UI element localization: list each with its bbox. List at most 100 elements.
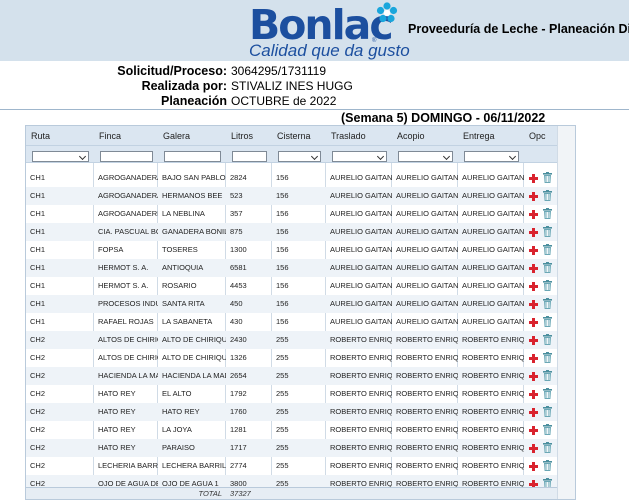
filter-galera-input[interactable] [164,151,221,162]
plus-icon[interactable] [529,282,538,291]
grid-scrollbar[interactable] [557,126,575,499]
cell-ruta: CH1 [30,173,46,182]
table-row[interactable]: CH2 ALTOS DE CHIRIQU ALTO DE CHIRIQUI 1326 2… [26,349,575,367]
plus-icon[interactable] [529,228,538,237]
trash-icon[interactable] [543,334,552,345]
trash-icon[interactable] [543,442,552,453]
plus-icon[interactable] [529,174,538,183]
cell-finca: CIA. PASCUAL BON [98,227,158,236]
table-row[interactable]: CH1 HERMOT S. A. ROSARIO 4453 156 AURELIO GAI… [26,277,575,295]
trash-icon[interactable] [543,370,552,381]
cell-cisterna: 156 [276,209,289,218]
plus-icon[interactable] [529,390,538,399]
cell-entrega: ROBERTO ENRIQUE [462,389,524,398]
cell-galera: HERMANOS BEE [162,191,223,200]
plus-icon[interactable] [529,444,538,453]
planeacion-row: Planeación OCTUBRE de 2022 [0,94,629,109]
plus-icon[interactable] [529,264,538,273]
table-row[interactable]: CH2 LECHERIA BARRILE LECHERA BARRILES 2774 2… [26,457,575,475]
cell-finca: HATO REY [98,407,136,416]
column-header-litros[interactable]: Litros [226,126,272,146]
cell-ruta: CH2 [30,425,46,434]
table-row[interactable]: CH1 HERMOT S. A. ANTIOQUIA 6581 156 AURELIO G… [26,259,575,277]
table-row[interactable]: CH1 AGROGANADERIA L LA NEBLINA 357 156 AURELI… [26,205,575,223]
cell-galera: LA JOYA [162,425,192,434]
trash-icon[interactable] [543,262,552,273]
filter-ruta-select[interactable] [32,151,89,162]
plus-icon[interactable] [529,336,538,345]
plus-icon[interactable] [529,426,538,435]
total-value: 37327 [230,489,251,498]
table-row[interactable]: CH2 HATO REY PARAISO 1717 255 ROBERTO ENRIQUE… [26,439,575,457]
column-header-opc[interactable]: Opc [524,126,558,146]
cell-cisterna: 156 [276,227,289,236]
cell-litros: 4453 [230,281,247,290]
trash-icon[interactable] [543,424,552,435]
table-row[interactable]: CH2 HACIENDA LA MAD HACIENDA LA MAD 2654 255… [26,367,575,385]
table-row[interactable]: CH2 HATO REY LA JOYA 1281 255 ROBERTO ENRIQUE… [26,421,575,439]
trash-icon[interactable] [543,460,552,471]
trash-icon[interactable] [543,388,552,399]
cell-entrega: AURELIO GAITAN [462,263,524,272]
column-header-finca[interactable]: Finca [94,126,158,146]
cell-entrega: AURELIO GAITAN [462,227,524,236]
total-label: TOTAL [198,489,222,498]
filter-acopio-select[interactable] [398,151,453,162]
table-row[interactable]: CH1 AGROGANADERA B BAJO SAN PABLO 2824 156 AU… [26,169,575,187]
cell-entrega: AURELIO GAITAN [462,317,524,326]
column-header-entrega[interactable]: Entrega [458,126,524,146]
cell-litros: 1326 [230,353,247,362]
table-row[interactable]: CH1 AGROGANADERA H HERMANOS BEE 523 156 AUREL… [26,187,575,205]
trash-icon[interactable] [543,190,552,201]
trash-icon[interactable] [543,316,552,327]
cell-finca: LECHERIA BARRILE [98,461,158,470]
cell-entrega: AURELIO GAITAN [462,191,524,200]
trash-icon[interactable] [543,406,552,417]
cell-acopio: ROBERTO ENRIQUE [396,407,458,416]
filter-traslado-select[interactable] [332,151,387,162]
filter-cisterna-select[interactable] [278,151,321,162]
filter-entrega-select[interactable] [464,151,519,162]
trash-icon[interactable] [543,280,552,291]
column-header-cisterna[interactable]: Cisterna [272,126,326,146]
filter-litros-input[interactable] [232,151,267,162]
plus-icon[interactable] [529,192,538,201]
cell-litros: 1300 [230,245,247,254]
table-row[interactable]: CH1 FOPSA TOSERES 1300 156 AURELIO GAITAN AURE… [26,241,575,259]
cell-entrega: AURELIO GAITAN [462,299,524,308]
column-header-traslado[interactable]: Traslado [326,126,392,146]
cell-acopio: AURELIO GAITAN [396,299,458,308]
trash-icon[interactable] [543,208,552,219]
filter-finca-input[interactable] [100,151,153,162]
cell-traslado: AURELIO GAITAN [330,173,392,182]
trash-icon[interactable] [543,226,552,237]
cell-finca: AGROGANADERIA L [98,209,158,218]
table-row[interactable]: CH1 PROCESOS INDUST SANTA RITA 450 156 AURELI… [26,295,575,313]
table-row[interactable]: CH2 HATO REY HATO REY 1760 255 ROBERTO ENRIQU… [26,403,575,421]
cell-ruta: CH2 [30,389,46,398]
table-row[interactable]: CH2 ALTOS DE CHIRIQU ALTO DE CHIRIQUI 2430 2… [26,331,575,349]
cell-ruta: CH1 [30,299,46,308]
plus-icon[interactable] [529,372,538,381]
plus-icon[interactable] [529,408,538,417]
cell-acopio: AURELIO GAITAN [396,191,458,200]
cell-litros: 1281 [230,425,247,434]
table-row[interactable]: CH2 HATO REY EL ALTO 1792 255 ROBERTO ENRIQUE… [26,385,575,403]
cell-acopio: AURELIO GAITAN [396,173,458,182]
plus-icon[interactable] [529,462,538,471]
column-header-acopio[interactable]: Acopio [392,126,458,146]
trash-icon[interactable] [543,172,552,183]
trash-icon[interactable] [543,352,552,363]
cell-finca: AGROGANADERA H [98,191,158,200]
plus-icon[interactable] [529,354,538,363]
column-header-galera[interactable]: Galera [158,126,226,146]
table-row[interactable]: CH1 RAFAEL ROJAS LA SABANETA 430 156 AURELIO … [26,313,575,331]
table-row[interactable]: CH1 CIA. PASCUAL BON GANADERA BONILL 875 156… [26,223,575,241]
column-header-ruta[interactable]: Ruta [26,126,94,146]
trash-icon[interactable] [543,298,552,309]
plus-icon[interactable] [529,318,538,327]
plus-icon[interactable] [529,300,538,309]
plus-icon[interactable] [529,246,538,255]
plus-icon[interactable] [529,210,538,219]
trash-icon[interactable] [543,244,552,255]
